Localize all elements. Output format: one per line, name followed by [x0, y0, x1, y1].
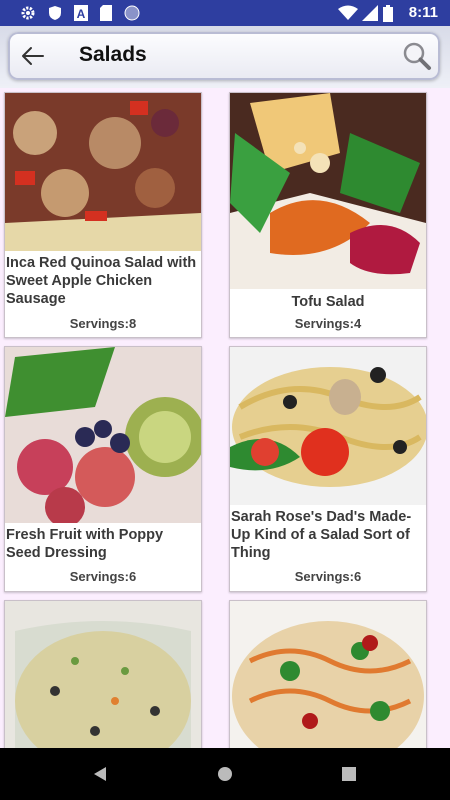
recipe-name: Inca Red Quinoa Salad with Sweet Apple C…: [6, 255, 197, 307]
clock: 8:11: [408, 4, 438, 21]
navigation-bar: [0, 748, 450, 800]
recipe-image: [230, 93, 426, 289]
recipe-image: [5, 347, 201, 523]
recipe-name: Sarah Rose's Dad's Made-Up Kind of a Sal…: [231, 509, 412, 561]
page-title: Salads: [79, 43, 147, 66]
recipe-name: Fresh Fruit with Poppy Seed Dressing: [6, 527, 164, 561]
circle-icon: [124, 5, 140, 21]
recipe-image: [5, 601, 201, 748]
app-bar: Salads: [0, 26, 450, 88]
recipe-card[interactable]: [4, 600, 202, 748]
recipe-servings: Servings:8: [69, 316, 137, 331]
recipe-card[interactable]: Tofu Salad Servings:4: [229, 92, 427, 338]
wifi-icon: [338, 5, 358, 20]
recipe-card[interactable]: Sarah Rose's Dad's Made-Up Kind of a Sal…: [229, 346, 427, 592]
recipe-card[interactable]: [229, 600, 427, 748]
signal-icon: [362, 5, 378, 21]
svg-text:A: A: [77, 7, 86, 21]
recipe-servings: Servings:6: [69, 569, 137, 584]
a-letter-icon: A: [74, 5, 88, 21]
recents-square-icon[interactable]: [342, 767, 356, 781]
back-arrow-icon[interactable]: [20, 44, 46, 68]
recipe-grid: Inca Red Quinoa Salad with Sweet Apple C…: [0, 88, 450, 748]
recipe-card[interactable]: Inca Red Quinoa Salad with Sweet Apple C…: [4, 92, 202, 338]
home-circle-icon[interactable]: [217, 766, 233, 782]
sd-card-icon: [100, 5, 112, 21]
recipe-servings: Servings:6: [294, 569, 362, 584]
recipe-image: [5, 93, 201, 251]
recipe-card[interactable]: Fresh Fruit with Poppy Seed Dressing Ser…: [4, 346, 202, 592]
battery-icon: [383, 5, 393, 22]
back-triangle-icon[interactable]: [93, 766, 107, 782]
status-bar: A 8:11: [0, 0, 450, 26]
recipe-image: [230, 601, 426, 748]
search-icon[interactable]: [402, 41, 432, 71]
gear-icon: [21, 6, 35, 20]
recipe-name: Tofu Salad: [291, 294, 365, 310]
recipe-servings: Servings:4: [294, 316, 362, 331]
title-bar: Salads: [8, 32, 440, 80]
recipe-image: [230, 347, 426, 505]
shield-icon: [49, 6, 61, 20]
